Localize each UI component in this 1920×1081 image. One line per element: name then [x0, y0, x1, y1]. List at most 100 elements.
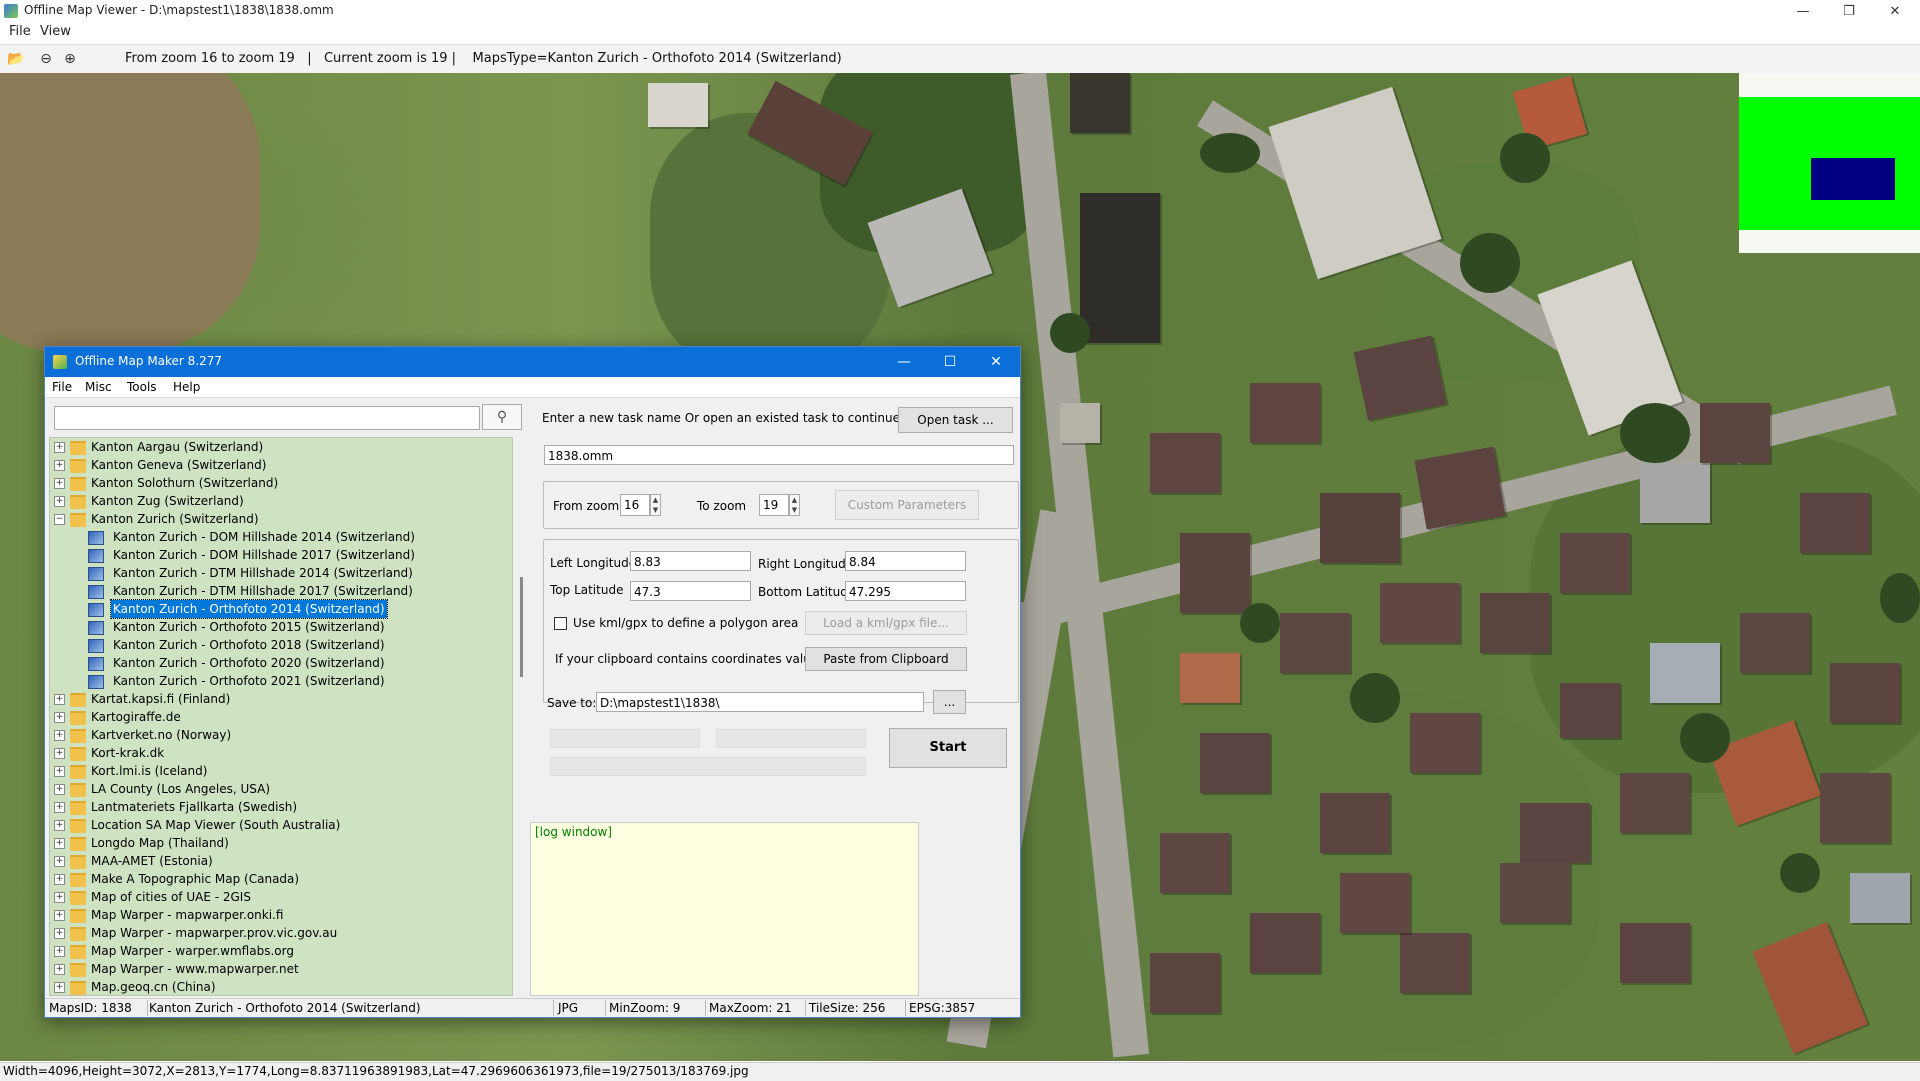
log-scrollbar[interactable] [1003, 822, 1017, 994]
progress-bar-2 [716, 729, 866, 748]
tree-item-label: Location SA Map Viewer (South Australia) [91, 818, 341, 832]
open-task-button[interactable]: Open task ... [898, 407, 1013, 433]
right-longitude-input[interactable]: 8.84 [845, 551, 966, 571]
left-longitude-input[interactable]: 8.83 [630, 551, 751, 571]
tree-folder-item[interactable]: + Kartogiraffe.de [54, 708, 506, 726]
tree-child-item[interactable]: Kanton Zurich - Orthofoto 2018 (Switzerl… [54, 636, 506, 654]
expand-toggle-icon[interactable]: + [54, 802, 65, 813]
expand-toggle-icon[interactable]: + [54, 730, 65, 741]
tree-folder-item[interactable]: + Map.geoq.cn (China) [54, 978, 506, 995]
load-kml-button[interactable]: Load a kml/gpx file... [805, 611, 967, 635]
expand-toggle-icon[interactable]: + [54, 766, 65, 777]
dialog-maximize-icon[interactable]: ☐ [927, 347, 973, 377]
browse-button[interactable]: ... [933, 690, 966, 714]
tree-folder-item[interactable]: + Kanton Geneva (Switzerland) [54, 456, 506, 474]
tree-item-label: Longdo Map (Thailand) [91, 836, 229, 850]
map-search-input[interactable] [54, 406, 480, 430]
map-source-tree[interactable]: + Kanton Aargau (Switzerland) + Kanton Gene… [49, 437, 513, 996]
tree-folder-item[interactable]: + MAA-AMET (Estonia) [54, 852, 506, 870]
tree-folder-item[interactable]: + Kartverket.no (Norway) [54, 726, 506, 744]
expand-toggle-icon[interactable]: + [54, 874, 65, 885]
map-layer-icon [88, 567, 104, 581]
expand-toggle-icon[interactable]: + [54, 856, 65, 867]
menu-file[interactable]: File [9, 24, 31, 39]
from-zoom-input[interactable]: 16 [620, 494, 650, 516]
zoom-in-icon[interactable]: ⊕ [62, 51, 78, 67]
tree-folder-item[interactable]: − Kanton Zurich (Switzerland) [54, 510, 506, 528]
kml-checkbox[interactable] [554, 617, 567, 630]
expand-toggle-icon[interactable]: + [54, 838, 65, 849]
expand-toggle-icon[interactable]: + [54, 910, 65, 921]
tree-folder-item[interactable]: + Kort.lmi.is (Iceland) [54, 762, 506, 780]
tree-folder-item[interactable]: + Longdo Map (Thailand) [54, 834, 506, 852]
expand-toggle-icon[interactable]: + [54, 496, 65, 507]
tree-folder-item[interactable]: + Map of cities of UAE - 2GIS [54, 888, 506, 906]
bottom-latitude-input[interactable]: 47.295 [845, 581, 966, 601]
to-zoom-spinner[interactable]: ▲ ▼ [789, 494, 800, 516]
tree-child-item[interactable]: Kanton Zurich - Orthofoto 2014 (Switzerl… [54, 599, 506, 619]
log-window[interactable]: [log window] [530, 822, 919, 996]
expand-toggle-icon[interactable]: + [54, 784, 65, 795]
dialog-menu-tools[interactable]: Tools [127, 380, 157, 394]
dialog-titlebar[interactable]: Offline Map Maker 8.277 — ☐ ✕ [45, 347, 1020, 377]
tree-folder-item[interactable]: + Kartat.kapsi.fi (Finland) [54, 690, 506, 708]
tree-child-item[interactable]: Kanton Zurich - DOM Hillshade 2017 (Swit… [54, 546, 506, 564]
from-zoom-spinner[interactable]: ▲ ▼ [650, 494, 661, 516]
menu-view[interactable]: View [40, 24, 71, 39]
tree-folder-item[interactable]: + Kanton Solothurn (Switzerland) [54, 474, 506, 492]
tree-child-item[interactable]: Kanton Zurich - DOM Hillshade 2014 (Swit… [54, 528, 506, 546]
overview-minimap[interactable] [1739, 73, 1920, 253]
dialog-close-icon[interactable]: ✕ [973, 347, 1019, 377]
expand-toggle-icon[interactable]: + [54, 478, 65, 489]
expand-toggle-icon[interactable]: + [54, 694, 65, 705]
tree-folder-item[interactable]: + Lantmateriets Fjallkarta (Swedish) [54, 798, 506, 816]
tree-folder-item[interactable]: + Kanton Zug (Switzerland) [54, 492, 506, 510]
close-icon[interactable]: ✕ [1872, 0, 1918, 22]
zoom-out-icon[interactable]: ⊖ [38, 51, 54, 67]
top-latitude-input[interactable]: 47.3 [630, 581, 751, 601]
expand-toggle-icon[interactable]: + [54, 964, 65, 975]
expand-toggle-icon[interactable]: + [54, 820, 65, 831]
to-zoom-input[interactable]: 19 [759, 494, 789, 516]
restore-icon[interactable]: ❐ [1826, 0, 1872, 22]
minimize-icon[interactable]: — [1780, 0, 1826, 22]
tree-folder-item[interactable]: + Map Warper - warper.wmflabs.org [54, 942, 506, 960]
tree-folder-item[interactable]: + Kanton Aargau (Switzerland) [54, 438, 506, 456]
expand-toggle-icon[interactable]: − [54, 514, 65, 525]
tree-folder-item[interactable]: + Make A Topographic Map (Canada) [54, 870, 506, 888]
overview-viewport[interactable] [1811, 158, 1895, 200]
status-min-zoom: MinZoom: 9 [609, 1001, 681, 1015]
expand-toggle-icon[interactable]: + [54, 946, 65, 957]
tree-child-item[interactable]: Kanton Zurich - DTM Hillshade 2017 (Swit… [54, 582, 506, 600]
expand-toggle-icon[interactable]: + [54, 460, 65, 471]
expand-toggle-icon[interactable]: + [54, 712, 65, 723]
expand-toggle-icon[interactable]: + [54, 442, 65, 453]
paste-clipboard-button[interactable]: Paste from Clipboard [805, 647, 967, 671]
tree-child-item[interactable]: Kanton Zurich - DTM Hillshade 2014 (Swit… [54, 564, 506, 582]
save-path-input[interactable]: D:\mapstest1\1838\ [596, 692, 924, 712]
tree-child-item[interactable]: Kanton Zurich - Orthofoto 2015 (Switzerl… [54, 618, 506, 636]
task-name-input[interactable]: 1838.omm [544, 445, 1014, 465]
tree-child-item[interactable]: Kanton Zurich - Orthofoto 2021 (Switzerl… [54, 672, 506, 690]
map-layer-icon [88, 549, 104, 563]
expand-toggle-icon[interactable]: + [54, 892, 65, 903]
tree-folder-item[interactable]: + Location SA Map Viewer (South Australia… [54, 816, 506, 834]
start-button[interactable]: Start [889, 728, 1007, 768]
dialog-menu-file[interactable]: File [52, 380, 72, 394]
search-icon[interactable]: ⚲ [482, 404, 522, 430]
dialog-menu-misc[interactable]: Misc [85, 380, 112, 394]
tree-folder-item[interactable]: + Kort-krak.dk [54, 744, 506, 762]
tree-folder-item[interactable]: + Map Warper - www.mapwarper.net [54, 960, 506, 978]
dialog-minimize-icon[interactable]: — [881, 347, 927, 377]
tree-folder-item[interactable]: + Map Warper - mapwarper.prov.vic.gov.au [54, 924, 506, 942]
tree-folder-item[interactable]: + Map Warper - mapwarper.onki.fi [54, 906, 506, 924]
expand-toggle-icon[interactable]: + [54, 748, 65, 759]
custom-parameters-button[interactable]: Custom Parameters [835, 490, 979, 520]
tree-child-item[interactable]: Kanton Zurich - Orthofoto 2020 (Switzerl… [54, 654, 506, 672]
dialog-menu-help[interactable]: Help [173, 380, 200, 394]
folder-open-icon[interactable]: 📂 [7, 51, 24, 67]
expand-toggle-icon[interactable]: + [54, 928, 65, 939]
tree-folder-item[interactable]: + LA County (Los Angeles, USA) [54, 780, 506, 798]
tree-scrollbar[interactable] [517, 437, 527, 994]
expand-toggle-icon[interactable]: + [54, 982, 65, 993]
